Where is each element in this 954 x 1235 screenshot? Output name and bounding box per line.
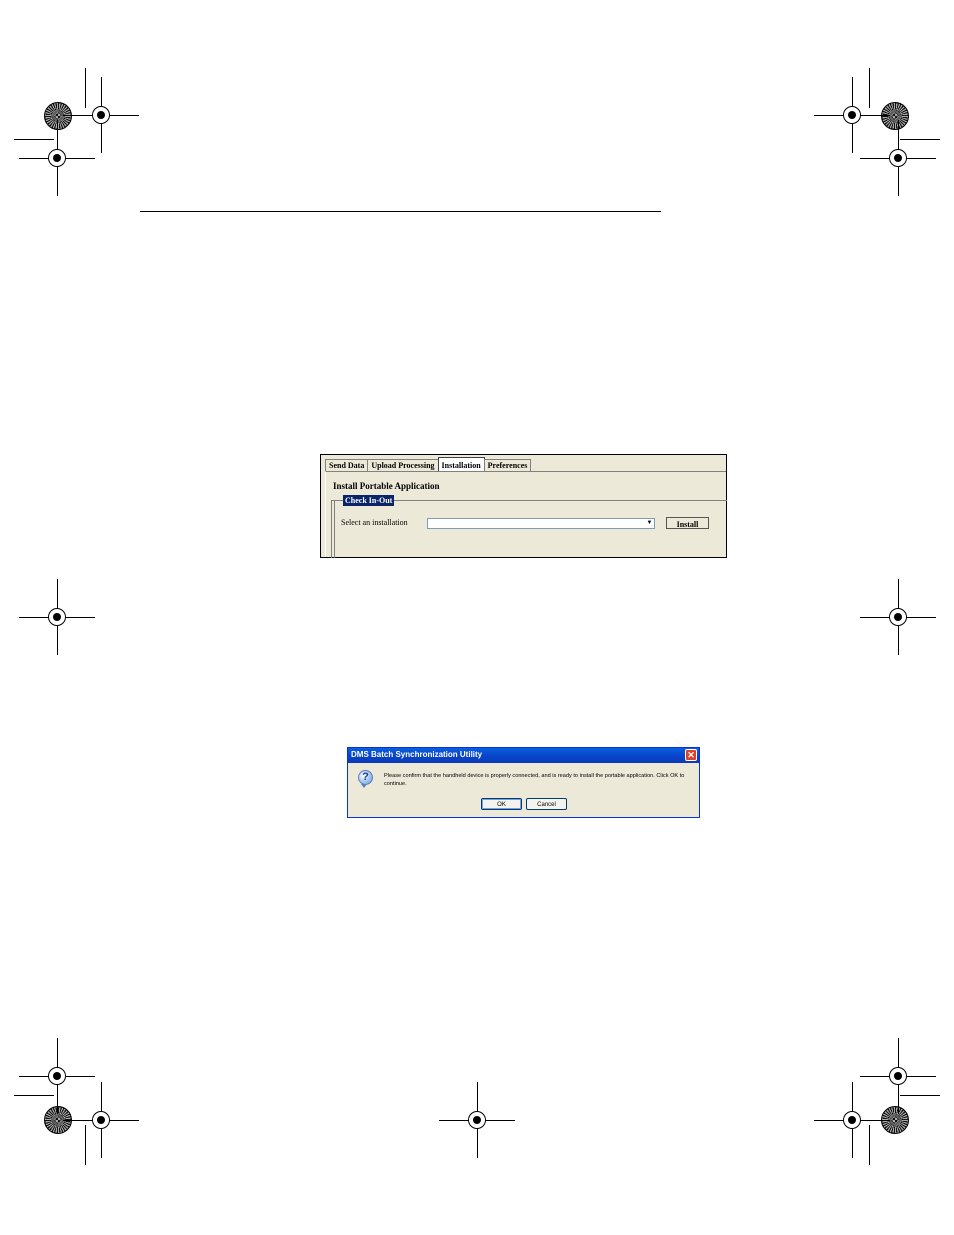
ok-button[interactable]: OK — [481, 798, 522, 810]
installation-select-label: Select an installation — [341, 518, 408, 527]
star-target-icon — [44, 102, 72, 130]
cancel-button[interactable]: Cancel — [526, 798, 567, 810]
header-rule — [140, 211, 661, 212]
section-title: Install Portable Application — [333, 481, 440, 491]
trim-line — [14, 1095, 54, 1096]
installation-select[interactable]: ▼ — [427, 518, 655, 529]
confirm-dialog: DMS Batch Synchronization Utility ✕ ? Pl… — [347, 747, 700, 818]
check-in-out-group: Check In-Out Select an installation ▼ In… — [331, 495, 727, 558]
dialog-titlebar[interactable]: DMS Batch Synchronization Utility ✕ — [348, 748, 699, 763]
question-icon: ? — [358, 770, 373, 785]
trim-line — [85, 68, 86, 108]
tab-installation[interactable]: Installation — [437, 457, 485, 471]
tab-content: Install Portable Application Check In-Ou… — [325, 471, 727, 558]
trim-line — [900, 1095, 940, 1096]
trim-line — [14, 139, 54, 140]
installation-panel: Send Data Upload Processing Installation… — [320, 454, 727, 558]
group-legend: Check In-Out — [343, 495, 395, 506]
dialog-title: DMS Batch Synchronization Utility — [351, 750, 483, 759]
trim-line — [869, 68, 870, 108]
install-button[interactable]: Install — [666, 517, 709, 529]
trim-line — [85, 1125, 86, 1165]
group-border — [334, 501, 335, 558]
trim-line — [900, 139, 940, 140]
close-icon[interactable]: ✕ — [685, 749, 697, 761]
dialog-message: Please confirm that the handheld device … — [384, 773, 685, 787]
chevron-down-icon[interactable]: ▼ — [645, 519, 654, 528]
star-target-icon — [881, 102, 909, 130]
trim-line — [869, 1125, 870, 1165]
question-icon-tail — [361, 784, 367, 788]
